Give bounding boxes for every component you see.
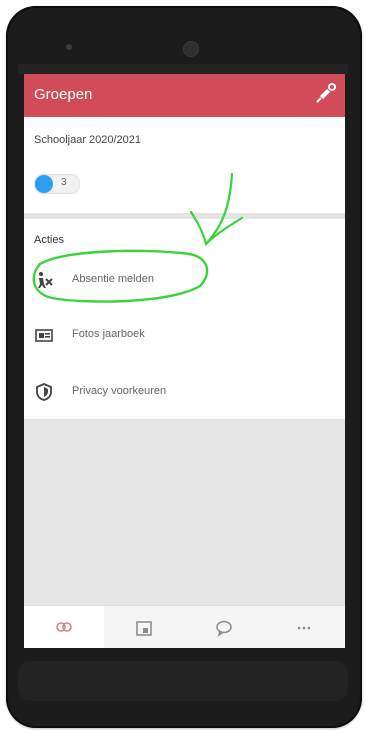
toggle-count: 3 [61, 177, 67, 188]
calendar-icon [136, 621, 152, 636]
shield-icon [34, 382, 54, 402]
tab-more[interactable] [264, 606, 344, 648]
absence-icon [34, 270, 54, 290]
school-year-toggle[interactable]: 3 [34, 174, 80, 194]
yearbook-icon [34, 325, 54, 345]
section-divider [24, 213, 345, 219]
speaker-dot [66, 44, 72, 50]
action-row-absence[interactable]: Absentie melden [24, 262, 345, 298]
page-title: Groepen [34, 86, 93, 103]
app-screen: Groepen Schooljaar 2020/2021 3 Acties Ab… [24, 74, 345, 648]
more-icon [297, 626, 311, 630]
phone-top-band [18, 64, 348, 74]
pin-icon[interactable] [313, 80, 339, 106]
phone-bottom-band [18, 661, 348, 701]
tab-calendar[interactable] [104, 606, 184, 648]
content-panel: Schooljaar 2020/2021 3 Acties Absentie m… [24, 117, 345, 419]
front-camera [183, 41, 199, 57]
tab-groups[interactable] [24, 606, 104, 648]
app-bar: Groepen [24, 74, 345, 117]
action-label-privacy: Privacy voorkeuren [72, 385, 167, 397]
actions-title: Acties [34, 234, 64, 246]
action-row-yearbook[interactable]: Fotos jaarboek [24, 317, 345, 353]
action-row-privacy[interactable]: Privacy voorkeuren [24, 374, 345, 410]
school-year-label: Schooljaar 2020/2021 [34, 134, 142, 146]
bottom-tab-bar [24, 605, 345, 648]
tab-chat[interactable] [184, 606, 264, 648]
action-label-absence: Absentie melden [72, 273, 154, 285]
toggle-knob [35, 175, 53, 193]
chat-icon [216, 620, 232, 637]
action-label-yearbook: Fotos jaarboek [72, 328, 145, 340]
groups-icon [56, 622, 72, 632]
